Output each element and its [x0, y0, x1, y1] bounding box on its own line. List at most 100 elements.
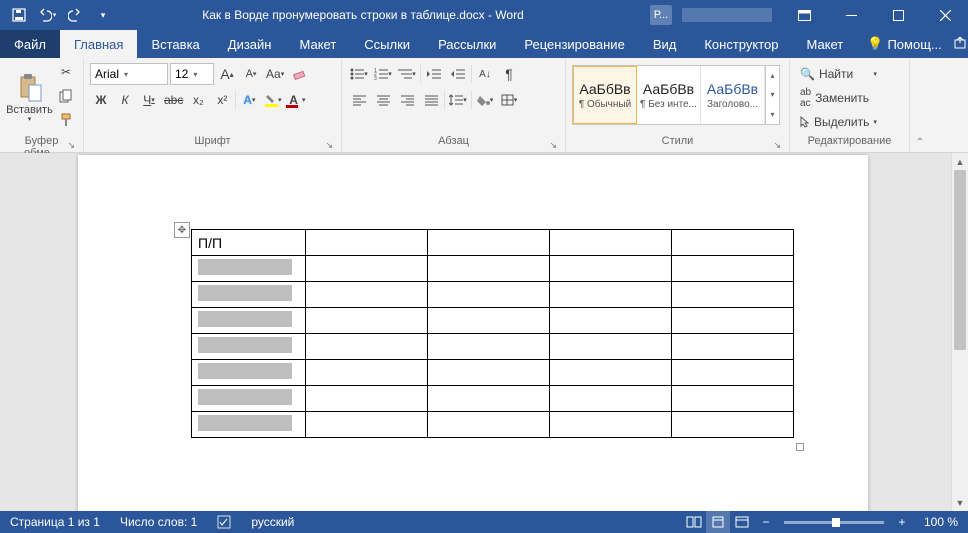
maximize-button[interactable]	[876, 0, 921, 30]
brush-icon	[59, 113, 73, 127]
tab-mailings[interactable]: Рассылки	[424, 30, 510, 58]
tab-design[interactable]: Дизайн	[214, 30, 286, 58]
table-cell[interactable]: П/П	[192, 230, 306, 256]
font-size-combo[interactable]: 12▾	[170, 63, 214, 85]
collapse-ribbon-button[interactable]: ⌃	[910, 58, 930, 152]
align-right-button[interactable]	[396, 89, 418, 111]
justify-button[interactable]	[420, 89, 442, 111]
language-status[interactable]: русский	[241, 515, 304, 529]
search-icon: 🔍	[800, 67, 815, 81]
style-normal[interactable]: АаБбВв¶ Обычный	[573, 66, 637, 124]
styles-gallery[interactable]: АаБбВв¶ Обычный АаБбВв¶ Без инте... АаБб…	[572, 65, 780, 125]
multilevel-list-button[interactable]: ▾	[396, 63, 418, 85]
decrease-indent-button[interactable]	[423, 63, 445, 85]
tab-review[interactable]: Рецензирование	[510, 30, 638, 58]
styles-group-label: Стили↘	[572, 135, 783, 152]
font-dialog-launcher[interactable]: ↘	[325, 140, 333, 151]
undo-button[interactable]: ▾	[34, 3, 60, 27]
replace-button[interactable]: abacЗаменить	[796, 87, 881, 109]
zoom-level[interactable]: 100 %	[914, 515, 968, 529]
table-row	[192, 412, 794, 438]
scroll-up-button[interactable]: ▲	[952, 153, 968, 170]
align-left-button[interactable]	[348, 89, 370, 111]
font-name-combo[interactable]: Arial▾	[90, 63, 168, 85]
tab-layout[interactable]: Макет	[285, 30, 350, 58]
share-icon[interactable]	[952, 37, 968, 51]
style-heading1[interactable]: АаБбВвЗаголово...	[701, 66, 765, 124]
zoom-slider-thumb[interactable]	[832, 518, 840, 527]
close-button[interactable]	[923, 0, 968, 30]
borders-button[interactable]: ▾	[498, 89, 520, 111]
scroll-down-button[interactable]: ▼	[952, 494, 968, 511]
minimize-button[interactable]	[829, 0, 874, 30]
zoom-out-button[interactable]: −	[754, 511, 778, 533]
word-count[interactable]: Число слов: 1	[110, 515, 207, 529]
vertical-scrollbar[interactable]: ▲ ▼	[951, 153, 968, 511]
zoom-slider[interactable]	[784, 521, 884, 524]
table-resize-handle[interactable]	[796, 443, 804, 451]
cut-button[interactable]: ✂	[55, 61, 77, 83]
qat-customize[interactable]: ▾	[90, 3, 116, 27]
paragraph-dialog-launcher[interactable]: ↘	[549, 140, 557, 151]
paragraph-group-label: Абзац↘	[348, 135, 559, 152]
tab-file[interactable]: Файл	[0, 30, 60, 58]
read-mode-button[interactable]	[682, 511, 706, 533]
shrink-font-button[interactable]: A▾	[240, 63, 262, 85]
align-center-button[interactable]	[372, 89, 394, 111]
zoom-in-button[interactable]: +	[890, 511, 914, 533]
document-table[interactable]: П/П	[191, 229, 794, 438]
bold-button[interactable]: Ж	[90, 89, 112, 111]
redo-button[interactable]	[62, 3, 88, 27]
tab-references[interactable]: Ссылки	[350, 30, 424, 58]
spell-check-icon[interactable]	[207, 515, 241, 529]
document-page[interactable]: ✥ П/П	[78, 155, 868, 511]
paste-button[interactable]: Вставить ▾	[6, 61, 53, 135]
grow-font-button[interactable]: A▴	[216, 63, 238, 85]
highlight-button[interactable]: ▾	[262, 89, 284, 111]
font-color-button[interactable]: A▾	[286, 89, 308, 111]
styles-more-button[interactable]: ▴▾▾	[765, 66, 779, 124]
numbering-button[interactable]: 123▾	[372, 63, 394, 85]
ribbon-display-options[interactable]	[782, 0, 827, 30]
clipboard-dialog-launcher[interactable]: ↘	[67, 140, 75, 151]
table-row	[192, 386, 794, 412]
line-spacing-button[interactable]: ▾	[447, 89, 469, 111]
increase-indent-button[interactable]	[447, 63, 469, 85]
italic-button[interactable]: К	[114, 89, 136, 111]
tab-view[interactable]: Вид	[639, 30, 691, 58]
shading-button[interactable]: ▾	[474, 89, 496, 111]
print-layout-button[interactable]	[706, 511, 730, 533]
superscript-button[interactable]: x²	[211, 89, 233, 111]
tab-table-layout[interactable]: Макет	[792, 30, 857, 58]
tab-home[interactable]: Главная	[60, 30, 137, 58]
highlighter-icon	[265, 93, 278, 107]
tab-insert[interactable]: Вставка	[137, 30, 213, 58]
bullets-button[interactable]: ▾	[348, 63, 370, 85]
table-move-handle[interactable]: ✥	[174, 222, 190, 238]
sort-button[interactable]: A↓	[474, 63, 496, 85]
scroll-thumb[interactable]	[954, 170, 966, 350]
page-status[interactable]: Страница 1 из 1	[0, 515, 110, 529]
text-effects-button[interactable]: A▾	[238, 89, 260, 111]
styles-dialog-launcher[interactable]: ↘	[773, 140, 781, 151]
subscript-button[interactable]: x₂	[187, 89, 209, 111]
tab-table-design[interactable]: Конструктор	[690, 30, 792, 58]
table-row	[192, 334, 794, 360]
save-button[interactable]	[6, 3, 32, 27]
web-layout-button[interactable]	[730, 511, 754, 533]
find-button[interactable]: 🔍Найти▾	[796, 63, 881, 85]
format-painter-button[interactable]	[55, 109, 77, 131]
clear-formatting-button[interactable]	[288, 63, 310, 85]
tell-me[interactable]: 💡Помощ...	[857, 30, 951, 58]
bulb-icon: 💡	[867, 36, 883, 52]
style-no-spacing[interactable]: АаБбВв¶ Без инте...	[637, 66, 701, 124]
user-badge[interactable]: Р...	[650, 5, 672, 25]
change-case-button[interactable]: Aa▾	[264, 63, 286, 85]
copy-button[interactable]	[55, 85, 77, 107]
strikethrough-button[interactable]: abc	[162, 89, 185, 111]
select-button[interactable]: Выделить▾	[796, 111, 881, 133]
show-marks-button[interactable]: ¶	[498, 63, 520, 85]
document-scroll-area[interactable]: ✥ П/П	[0, 153, 951, 511]
underline-button[interactable]: Ч▾	[138, 89, 160, 111]
copy-icon	[59, 89, 73, 103]
